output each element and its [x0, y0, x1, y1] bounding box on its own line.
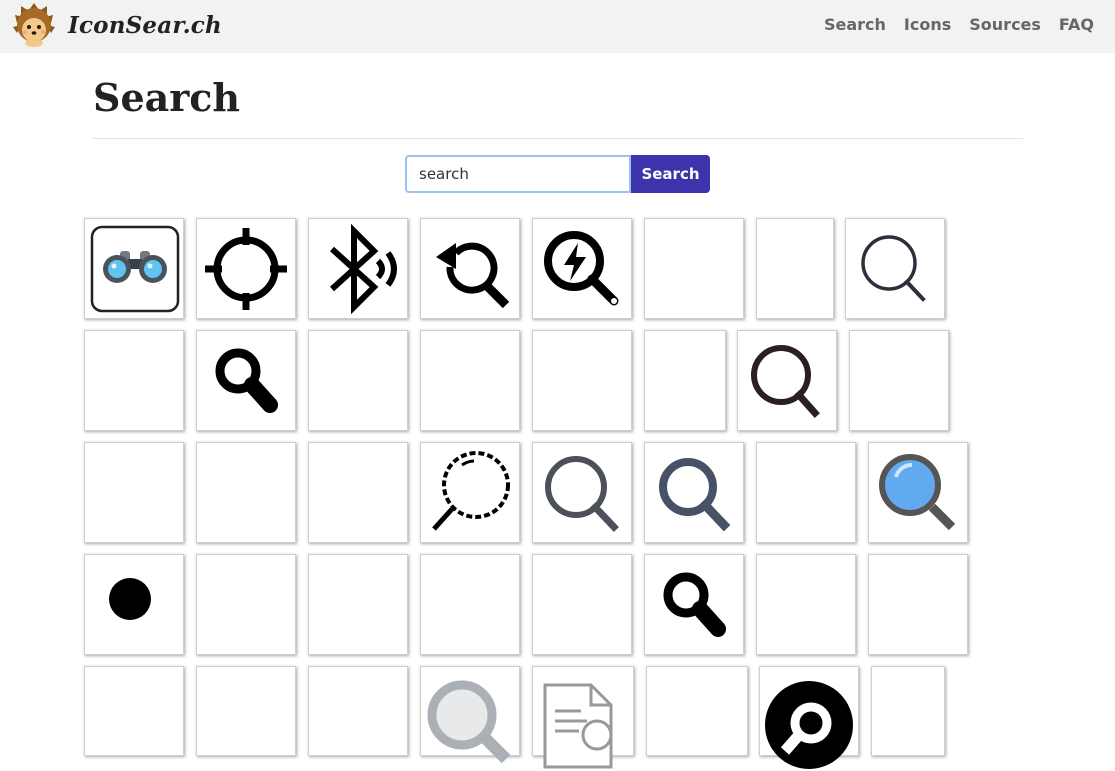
brand-name: IconSear.ch	[68, 11, 222, 39]
magnifier-small-icon	[758, 557, 854, 653]
magnifier-medium-icon	[637, 333, 733, 429]
icon-result-tile[interactable]	[420, 554, 520, 655]
magnifier-icon	[747, 221, 843, 317]
magnifier-medium-icon	[86, 445, 182, 541]
icon-result-tile[interactable]	[84, 330, 184, 431]
icon-result-tile[interactable]	[196, 554, 296, 655]
crosshair-icon	[205, 227, 287, 310]
magnifier-solid-handle-icon	[663, 572, 726, 637]
nav-sources-link[interactable]: Sources	[969, 15, 1041, 35]
icon-result-tile[interactable]	[849, 330, 949, 431]
magnifier-medium-icon	[851, 333, 947, 429]
blank-icon	[860, 675, 956, 771]
search-button[interactable]: Search	[631, 155, 710, 193]
icon-result-tile[interactable]	[644, 330, 726, 431]
magnifier-dark-gray-icon	[751, 344, 820, 418]
nav-icons-link[interactable]: Icons	[904, 15, 951, 35]
icon-result-tile[interactable]	[532, 554, 632, 655]
magnifier-medium-icon	[198, 445, 294, 541]
icon-result-tile[interactable]	[84, 666, 184, 756]
icon-result-tile[interactable]	[532, 218, 632, 319]
hedgehog-icon	[13, 3, 55, 47]
icon-result-tile[interactable]	[644, 442, 744, 543]
icon-result-tile[interactable]	[759, 666, 859, 769]
magnifier-gray-icon	[545, 455, 619, 532]
icon-result-tile[interactable]	[196, 442, 296, 543]
magnifier-thin-icon	[861, 234, 926, 302]
navbar: IconSear.ch Search Icons Sources FAQ	[0, 0, 1115, 53]
icon-result-tile[interactable]	[756, 554, 856, 655]
magnifier-medium-icon	[198, 557, 294, 653]
magnifier-slate-icon	[659, 457, 731, 531]
magnifier-medium-icon	[758, 445, 854, 541]
magnifier-large-outline-icon	[86, 333, 182, 429]
icon-result-tile[interactable]	[196, 218, 296, 319]
icon-result-tile[interactable]	[308, 666, 408, 756]
icon-result-tile[interactable]	[532, 442, 632, 543]
icon-result-tile[interactable]	[644, 218, 744, 319]
magnifier-bold-icon	[649, 675, 745, 771]
brand-link[interactable]: IconSear.ch	[13, 3, 222, 47]
icon-result-tile[interactable]	[871, 666, 945, 756]
bluetooth-searching-icon	[329, 223, 397, 314]
icon-result-tile[interactable]	[84, 218, 184, 319]
magnifier-small-icon	[870, 557, 966, 653]
magnifier-bold-icon	[310, 445, 406, 541]
icon-result-tile[interactable]	[308, 218, 408, 319]
magnifier-thick-icon	[646, 221, 742, 317]
magnifier-medium-icon	[422, 557, 518, 653]
icon-result-tile[interactable]	[756, 218, 834, 319]
magnifier-bold-icon	[534, 333, 630, 429]
nav-faq-link[interactable]: FAQ	[1059, 15, 1094, 35]
icon-result-tile[interactable]	[84, 442, 184, 543]
magnifier-silver-icon	[427, 680, 511, 764]
magnifier-solid-handle-icon	[215, 348, 278, 413]
magnifier-circle-icon	[765, 681, 853, 769]
icon-result-tile[interactable]	[420, 666, 520, 764]
document-search-icon	[543, 683, 613, 769]
icon-result-tile[interactable]	[308, 330, 408, 431]
icon-result-tile[interactable]	[308, 554, 408, 655]
icon-result-tile[interactable]	[868, 442, 968, 543]
icon-result-tile[interactable]	[532, 666, 634, 769]
page-title: Search	[93, 75, 241, 120]
icon-result-tile[interactable]	[646, 666, 748, 756]
icon-result-tile[interactable]	[868, 554, 968, 655]
magnifier-blue-lens-icon	[879, 453, 956, 530]
search-form: Search	[405, 155, 710, 193]
dot-icon	[109, 577, 151, 620]
magnifier-bold-icon	[310, 675, 406, 771]
icon-result-tile[interactable]	[420, 218, 520, 319]
search-lightning-icon	[544, 230, 619, 305]
divider	[93, 138, 1023, 139]
nav-links: Search Icons Sources FAQ	[806, 15, 1094, 35]
nav-search-link[interactable]: Search	[824, 15, 886, 35]
icon-result-tile[interactable]	[420, 442, 520, 543]
icon-result-tile[interactable]	[308, 442, 408, 543]
icon-result-tile[interactable]	[737, 330, 837, 431]
magnifier-medium-icon	[198, 675, 294, 771]
magnifier-pixel-art-icon	[432, 450, 510, 531]
magnifier-bold-icon	[310, 333, 406, 429]
icon-result-tile[interactable]	[532, 330, 632, 431]
icon-result-tile[interactable]	[84, 554, 184, 655]
search-refresh-icon	[436, 242, 510, 308]
binoculars-emoji-icon	[90, 225, 180, 312]
magnifier-medium-icon	[422, 333, 518, 429]
icon-result-tile[interactable]	[756, 442, 856, 543]
icon-result-tile[interactable]	[420, 330, 520, 431]
magnifier-medium-icon	[86, 675, 182, 771]
icon-result-tile[interactable]	[845, 218, 945, 319]
magnifier-bold-icon	[534, 557, 630, 653]
icon-result-tile[interactable]	[196, 666, 296, 756]
icon-result-tile[interactable]	[644, 554, 744, 655]
search-input[interactable]	[405, 155, 631, 193]
icon-result-tile[interactable]	[196, 330, 296, 431]
magnifier-medium-icon	[310, 557, 406, 653]
